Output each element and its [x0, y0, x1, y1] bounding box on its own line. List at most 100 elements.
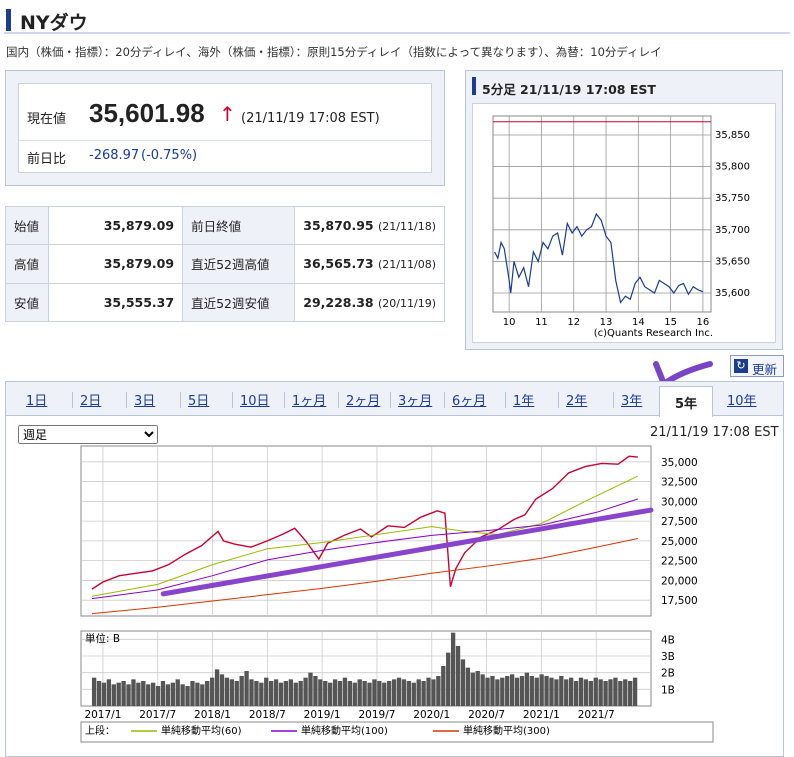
tab-8[interactable]: 6ヶ月 [452, 390, 486, 409]
volume-bar [180, 684, 185, 706]
quote-table: 始値 35,879.09 前日終値 35,870.95 (21/11/18) 高… [4, 205, 445, 323]
volume-bar [534, 677, 539, 706]
volume-bar [91, 677, 97, 706]
volume-bar [249, 679, 254, 706]
volume-bar [264, 677, 269, 706]
tab-separator [444, 392, 445, 408]
volume-bar [293, 682, 298, 706]
volume-bar [396, 677, 402, 706]
x-tick-label: 2021/7 [578, 709, 615, 721]
x-tick-label: 2020/7 [468, 709, 505, 721]
volume-bar [111, 684, 116, 706]
volume-bar [613, 677, 618, 706]
chart-credit: (c)Quants Research Inc. [594, 328, 713, 339]
tab-active-12[interactable]: 5年 [659, 386, 713, 417]
y-tick-label: 35,750 [715, 193, 750, 204]
volume-bar [121, 681, 126, 706]
volume-bar [387, 681, 392, 706]
volume-bar [116, 682, 121, 706]
open-label: 始値 [4, 205, 50, 246]
x-tick-label: 10 [503, 317, 516, 328]
volume-bar [519, 676, 525, 706]
volume-bar [509, 674, 515, 706]
volume-bar [480, 674, 485, 706]
volume-bar [332, 679, 338, 706]
x-tick-label: 2018/1 [194, 709, 231, 721]
volume-bar [131, 679, 136, 706]
volume-bar [500, 677, 505, 706]
volume-bar [465, 667, 471, 706]
legend-item: 単純移動平均(60) [161, 724, 242, 737]
volume-bar [559, 676, 564, 706]
x-tick-label: 2021/1 [523, 709, 560, 721]
tab-separator [613, 392, 614, 408]
low52-value: 29,228.38 [303, 294, 374, 310]
current-price-panel: 現在値 35,601.98 ↑ (21/11/19 17:08 EST) 前日比… [5, 70, 445, 186]
tab-1[interactable]: 2日 [80, 390, 101, 409]
refresh-button[interactable]: ↻ 更新 [730, 355, 784, 377]
refresh-label: 更新 [752, 362, 778, 377]
volume-bar [568, 677, 574, 706]
tab-10[interactable]: 2年 [566, 390, 587, 409]
volume-bar [347, 681, 353, 706]
y-tick-label: 35,600 [715, 288, 750, 299]
y-tick-label: 17,500 [661, 595, 698, 607]
volume-bar [185, 686, 190, 706]
y-tick-label: 32,500 [661, 477, 698, 489]
volume-bar [460, 659, 466, 706]
volume-bar [234, 681, 239, 706]
tab-11[interactable]: 3年 [621, 390, 642, 409]
volume-bar [190, 681, 195, 706]
volume-bar [455, 646, 461, 706]
current-price-box: 現在値 35,601.98 ↑ (21/11/19 17:08 EST) 前日比… [18, 83, 432, 173]
volume-bar [401, 679, 407, 706]
tab-9[interactable]: 1年 [513, 390, 534, 409]
current-price-time: (21/11/19 17:08 EST) [241, 111, 380, 126]
x-tick-label: 2017/1 [84, 709, 121, 721]
tab-separator [338, 392, 339, 408]
prev-close-value: 35,870.95 [303, 218, 374, 234]
tab-13[interactable]: 10年 [727, 390, 757, 409]
volume-bar [269, 681, 274, 706]
volume-bar [283, 681, 289, 706]
volume-bar [406, 681, 412, 706]
prev-close-cell: 35,870.95 (21/11/18) [294, 205, 445, 246]
change-label: 前日比 [27, 152, 67, 167]
volume-bar [382, 682, 387, 706]
table-row: 始値 35,879.09 前日終値 35,870.95 (21/11/18) [4, 205, 445, 246]
intraday-chart-panel: 5分足 21/11/19 17:08 EST 10 11 12 13 14 15 16 35,… [465, 70, 783, 350]
tab-separator [390, 392, 391, 408]
low52-date: (20/11/19) [378, 296, 436, 310]
volume-bar [441, 666, 446, 706]
volume-bar [367, 682, 372, 706]
volume-bar [544, 676, 549, 706]
tab-3[interactable]: 5日 [188, 390, 209, 409]
tab-5[interactable]: 1ヶ月 [292, 390, 326, 409]
high52-label: 直近52週高値 [182, 244, 296, 284]
volume-bar [573, 681, 579, 706]
volume-bar [239, 676, 244, 706]
volume-bar [505, 676, 510, 706]
tab-2[interactable]: 3日 [134, 390, 155, 409]
tab-7[interactable]: 3ヶ月 [398, 390, 432, 409]
current-price-value: 35,601.98 [89, 98, 205, 128]
title-marker [6, 9, 11, 31]
panel-marker [472, 77, 476, 95]
volume-bar [209, 677, 215, 706]
volume-bar [313, 676, 318, 706]
change-value: -268.97 [89, 148, 140, 163]
volume-tick-label: 2B [661, 668, 675, 680]
volume-bar [490, 676, 495, 706]
volume-bar [323, 681, 328, 706]
volume-bar [155, 686, 161, 706]
volume-bar [632, 677, 638, 706]
table-row: 高値 35,879.09 直近52週高値 36,565.73 (21/11/08… [4, 244, 445, 284]
volume-bar [588, 681, 593, 706]
tab-6[interactable]: 2ヶ月 [346, 390, 380, 409]
intraday-title: 5分足 21/11/19 17:08 EST [482, 82, 656, 97]
tab-0[interactable]: 1日 [26, 390, 47, 409]
tab-4[interactable]: 10日 [240, 390, 270, 409]
chart-tabs-panel: 1日 2日 3日 5日 10日 1ヶ月 2ヶ月 3ヶ月 6ヶ月 1年 2年 3年 5年 10年 週足 21… [5, 381, 784, 757]
tab-separator [232, 392, 233, 408]
volume-bar [416, 679, 421, 706]
